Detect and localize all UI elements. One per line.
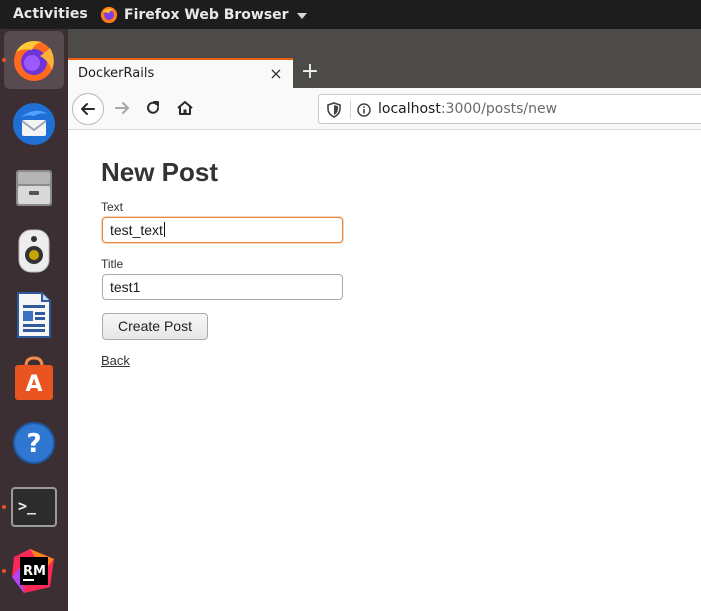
shield-icon[interactable] [327,102,341,118]
url-text: localhost:3000/posts/new [378,101,557,117]
chevron-down-icon [296,13,307,19]
back-button[interactable] [72,93,104,125]
back-link[interactable]: Back [101,353,130,368]
running-indicator-terminal [2,505,6,509]
url-bar-divider [350,100,351,119]
text-caret [163,222,165,237]
url-bar[interactable]: localhost:3000/posts/new [318,94,701,124]
text-field-value: test_text [110,222,163,238]
files-icon [16,170,52,206]
create-post-button[interactable]: Create Post [102,313,208,340]
new-tab-button[interactable]: + [300,59,320,85]
help-icon: ? [13,422,55,464]
page-content: New Post Text test_text Title test1 Crea… [68,131,701,611]
title-field-value: test1 [110,279,141,295]
firefox-icon [14,41,54,81]
dock-item-terminal[interactable]: >_ [4,478,64,536]
url-host: localhost [378,101,441,117]
reload-icon [147,101,159,114]
running-indicator-rubymine [2,569,6,573]
rhythmbox-icon [18,229,50,273]
page-title: New Post [101,157,219,187]
title-field[interactable]: test1 [102,274,343,300]
terminal-icon-glyph: >_ [18,497,37,515]
rubymine-icon-glyph: RM [23,564,46,579]
dock-item-files[interactable] [4,159,64,217]
arrow-left-icon [81,103,95,115]
text-field[interactable]: test_text [102,217,343,243]
reload-button[interactable] [138,93,168,123]
url-path: :3000/posts/new [440,101,558,117]
app-menu-label: Firefox Web Browser [124,7,289,23]
tab-title: DockerRails [78,66,155,81]
top-bar: Activities Firefox Web Browser [0,0,701,29]
firefox-small-icon [100,6,118,24]
dock-item-rubymine[interactable]: RM [4,542,64,600]
writer-icon [17,292,51,338]
home-icon [177,101,193,115]
title-field-label: Title [101,257,124,271]
dock-item-firefox[interactable] [4,31,64,89]
text-field-label: Text [101,200,124,214]
rubymine-icon: RM [12,549,54,593]
software-icon: A [15,356,53,400]
info-icon[interactable] [357,103,371,117]
software-icon-glyph: A [25,372,42,397]
close-icon[interactable]: × [268,65,284,83]
activities-button[interactable]: Activities [13,6,88,22]
thunderbird-icon [13,103,55,145]
terminal-icon: >_ [11,487,57,527]
tab-dockerrails[interactable]: DockerRails × [68,58,293,88]
navigation-toolbar: localhost:3000/posts/new [68,88,701,130]
running-indicator-firefox [2,58,6,62]
tab-strip: DockerRails × + [68,29,701,88]
dock-item-help[interactable]: ? [4,414,64,472]
forward-button[interactable] [107,93,137,123]
dock-item-thunderbird[interactable] [4,95,64,153]
app-menu[interactable]: Firefox Web Browser [100,4,307,26]
home-button[interactable] [170,93,200,123]
dock-item-software[interactable]: A [4,350,64,408]
dock-item-writer[interactable] [4,286,64,344]
dock: A ? >_ RM [0,29,68,611]
dock-item-rhythmbox[interactable] [4,222,64,280]
arrow-right-icon [115,102,129,114]
help-icon-glyph: ? [26,429,41,459]
